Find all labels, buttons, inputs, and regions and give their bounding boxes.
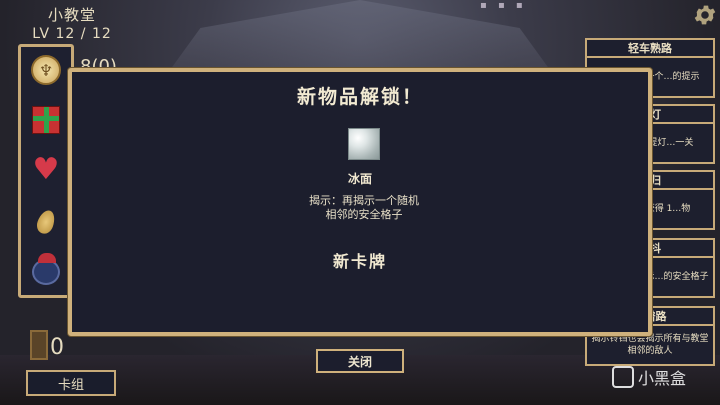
- heart-slot[interactable]: ♥: [29, 153, 63, 187]
- dialog-subtitle: 新卡牌: [332, 252, 387, 271]
- door-count: 0: [50, 335, 64, 360]
- coin-slot[interactable]: ♆: [29, 53, 63, 87]
- close-button[interactable]: 关闭: [316, 349, 404, 373]
- gear-icon[interactable]: [692, 2, 718, 28]
- deck-button[interactable]: 卡组: [26, 370, 116, 396]
- location-title: 小教堂: [47, 6, 96, 24]
- item-description: 揭示：再揭示一个随机相邻的安全格子: [309, 194, 419, 221]
- watermark-logo-icon: [612, 366, 634, 388]
- seed-icon: [34, 207, 58, 237]
- level-text: LV 12 / 12: [32, 26, 112, 42]
- ice-tile-icon: [348, 128, 380, 160]
- level-info: 小教堂 LV 12 / 12: [22, 4, 122, 42]
- creature-slot[interactable]: [29, 253, 63, 289]
- top-status-icons: ▪ ▪ ▪: [480, 0, 527, 11]
- items-panel: ♆ ♥: [18, 44, 74, 298]
- watermark-text: 小黑盒: [638, 369, 687, 388]
- door-icon: [30, 330, 48, 360]
- heart-icon: ♥: [32, 152, 60, 187]
- creature-icon: [32, 253, 60, 285]
- seed-slot[interactable]: [29, 205, 63, 239]
- gift-slot[interactable]: [29, 103, 63, 137]
- coin-icon: ♆: [31, 55, 61, 85]
- tip-title: 轻车熟路: [585, 38, 715, 58]
- gift-icon: [32, 106, 60, 134]
- watermark: 小黑盒: [612, 365, 686, 389]
- unlock-dialog: 新物品解锁！ 冰面 揭示：再揭示一个随机相邻的安全格子 新卡牌: [68, 68, 652, 336]
- item-name: 冰面: [347, 172, 372, 186]
- dialog-title: 新物品解锁！: [296, 86, 423, 108]
